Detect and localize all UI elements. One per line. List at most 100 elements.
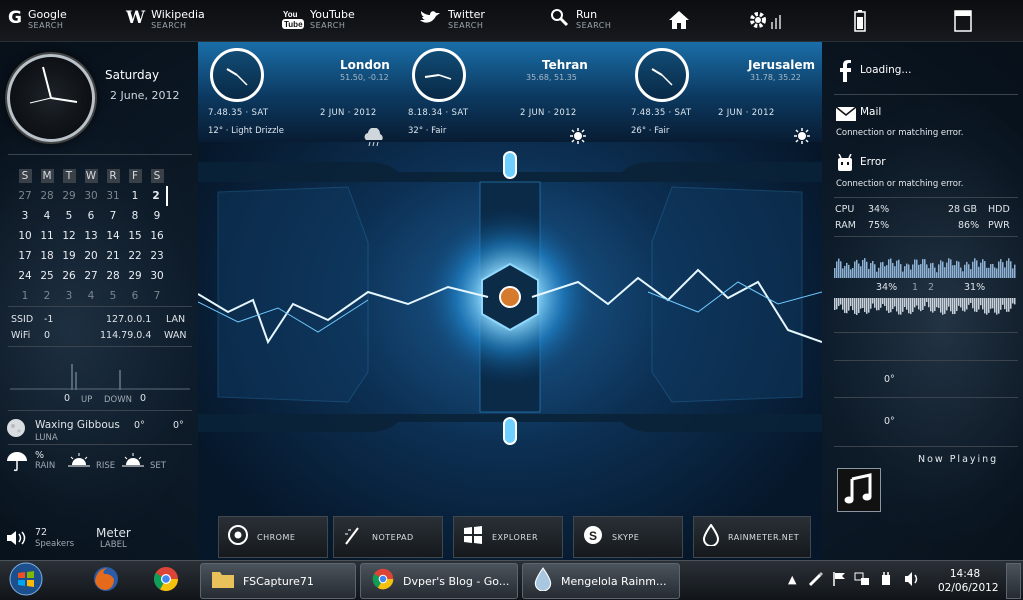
calendar-day: 18 bbox=[40, 250, 54, 262]
dock-skype-label: SKYPE bbox=[612, 532, 640, 542]
mail-icon[interactable] bbox=[835, 106, 857, 126]
cpu-wave-bar bbox=[858, 298, 860, 313]
jerusalem-coords: 31.78, 35.22 bbox=[750, 73, 801, 82]
google-search[interactable]: G Google SEARCH bbox=[8, 8, 67, 31]
album-art[interactable] bbox=[837, 468, 881, 512]
tray-expand-icon[interactable]: ▲ bbox=[788, 573, 796, 586]
cpu-wave-bar bbox=[990, 298, 992, 309]
temperature-1: 0° bbox=[884, 374, 895, 385]
cpu-wave-bar bbox=[972, 298, 974, 309]
cpu-wave-bar bbox=[928, 268, 930, 278]
flag-icon[interactable] bbox=[832, 571, 846, 590]
cpu-wave-bar bbox=[962, 298, 964, 311]
cpu-wave-bar bbox=[998, 298, 1000, 314]
taskbar-fscapture[interactable]: FSCapture71 bbox=[200, 563, 356, 599]
dock-chrome[interactable]: CHROME bbox=[218, 516, 328, 558]
calendar-day: 6 bbox=[131, 290, 139, 302]
cpu-wave-bar bbox=[1006, 260, 1008, 278]
cpu-wave-bar bbox=[898, 298, 900, 315]
calendar-today: 2 bbox=[146, 186, 168, 206]
calendar-day: 30 bbox=[150, 270, 164, 282]
dock-rainmeter[interactable]: RAINMETER.NET bbox=[693, 516, 811, 558]
cpu-wave-bar bbox=[884, 266, 886, 278]
volume-tray-icon[interactable] bbox=[904, 571, 922, 590]
cpu-wave-bar bbox=[940, 298, 942, 313]
calendar-day: 16 bbox=[150, 230, 164, 242]
cpu-wave-bar bbox=[926, 264, 928, 278]
cpu-wave-bar bbox=[1012, 268, 1014, 278]
cpu-wave-bar bbox=[1002, 298, 1004, 305]
twitter-label: Twitter bbox=[448, 8, 485, 21]
dock-notepad[interactable]: NOTEPAD bbox=[333, 516, 443, 558]
run-search[interactable]: Run SEARCH bbox=[550, 8, 611, 32]
cpu-wave-bar bbox=[988, 298, 990, 313]
cpu-wave-bar bbox=[978, 266, 980, 278]
battery-icon[interactable] bbox=[854, 10, 866, 36]
core1-load: 34% bbox=[876, 282, 898, 293]
power-label: PWR bbox=[988, 220, 1010, 231]
sunrise-label: RISE bbox=[96, 461, 116, 471]
cpu-wave-bar bbox=[894, 298, 896, 307]
full-date: 2 June, 2012 bbox=[110, 89, 180, 102]
taskbar-chrome-window[interactable]: Dvper's Blog - Go... bbox=[360, 563, 518, 599]
network-tray-icon[interactable] bbox=[854, 571, 870, 590]
cpu-wave-bar bbox=[870, 263, 872, 278]
moon-label: LUNA bbox=[35, 433, 58, 443]
calendar-day: 19 bbox=[62, 250, 76, 262]
tehran-coords: 35.68, 51.35 bbox=[526, 73, 577, 82]
cpu-wave-bar bbox=[894, 266, 896, 278]
cpu-wave-bar bbox=[886, 298, 888, 311]
show-desktop-button[interactable] bbox=[1006, 563, 1021, 599]
facebook-status: Loading... bbox=[860, 64, 912, 76]
facebook-icon[interactable] bbox=[838, 60, 852, 86]
speaker-icon[interactable] bbox=[6, 530, 28, 550]
cpu-wave-bar bbox=[960, 267, 962, 278]
wikipedia-search[interactable]: W Wikipedia SEARCH bbox=[126, 8, 205, 31]
tehran-weather: 32° · Fair bbox=[408, 126, 447, 136]
youtube-search[interactable]: You Tube YouTube SEARCH bbox=[282, 8, 355, 34]
pen-icon[interactable] bbox=[808, 571, 824, 590]
cpu-wave-bar bbox=[1010, 298, 1012, 309]
cpu-wave-bar bbox=[868, 298, 870, 313]
cpu-wave-bar bbox=[946, 262, 948, 278]
dock-explorer[interactable]: EXPLORER bbox=[453, 516, 563, 558]
calendar-day: 4 bbox=[43, 210, 51, 222]
settings-icon[interactable] bbox=[748, 10, 784, 36]
home-icon[interactable] bbox=[668, 10, 690, 34]
twitter-search[interactable]: Twitter SEARCH bbox=[418, 8, 485, 32]
calendar-header: S M T W R F S bbox=[14, 166, 184, 186]
window-icon[interactable] bbox=[954, 10, 972, 36]
cpu-wave-bar bbox=[840, 261, 842, 278]
music-note-icon bbox=[838, 473, 880, 515]
tehran-city: Tehran bbox=[542, 58, 588, 72]
calendar-day: 7 bbox=[153, 290, 161, 302]
cpu-wave-bar bbox=[936, 298, 938, 308]
cpu-label: CPU bbox=[835, 204, 855, 215]
windows-orb-icon bbox=[9, 562, 43, 600]
cpu-wave-bar bbox=[924, 259, 926, 278]
power-tray-icon[interactable] bbox=[878, 571, 894, 590]
calendar-day: 28 bbox=[40, 190, 54, 202]
twitter-icon bbox=[418, 8, 442, 32]
cpu-wave-bar bbox=[890, 258, 892, 278]
taskbar-rainmeter[interactable]: Mengelola Rainm... bbox=[522, 563, 680, 599]
taskbar-clock[interactable]: 14:48 02/06/2012 bbox=[938, 567, 999, 595]
cpu-wave-bar bbox=[834, 268, 836, 278]
dock-skype[interactable]: S SKYPE bbox=[573, 516, 683, 558]
jerusalem-weather: 26° · Fair bbox=[631, 126, 670, 136]
chrome-pin[interactable] bbox=[146, 564, 186, 598]
cpu-wave-bar bbox=[896, 298, 898, 312]
cpu-wave-bar bbox=[930, 263, 932, 278]
cpu-wave-bar bbox=[838, 298, 840, 306]
cpu-wave-bar bbox=[918, 298, 920, 310]
calendar-day: 3 bbox=[65, 290, 73, 302]
cpu-wave-bar bbox=[848, 298, 850, 311]
cpu-wave-bar bbox=[950, 259, 952, 278]
lan-label: LAN bbox=[166, 314, 186, 325]
volume-value: 72 bbox=[35, 527, 48, 538]
cpu-wave-bar bbox=[964, 264, 966, 278]
firefox-pin[interactable] bbox=[86, 564, 126, 598]
taskbar-rainmeter-label: Mengelola Rainm... bbox=[561, 574, 667, 588]
tehran-clock bbox=[412, 48, 466, 102]
start-button[interactable] bbox=[6, 562, 46, 600]
